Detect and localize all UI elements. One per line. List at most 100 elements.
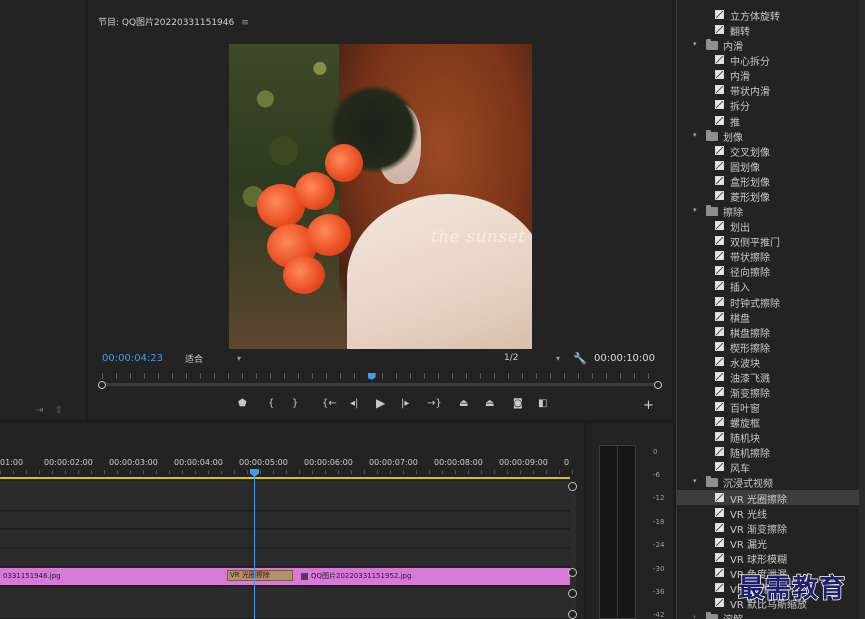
effect-item[interactable]: 插入 <box>677 278 865 294</box>
effect-item[interactable]: 棋盘 <box>677 309 865 325</box>
share-icon[interactable]: ⇪ <box>55 405 63 416</box>
effect-item[interactable]: 圆划像 <box>677 158 865 174</box>
effect-item[interactable]: 棋盘擦除 <box>677 324 865 340</box>
extract-icon[interactable]: ⏏ <box>485 398 494 409</box>
effect-item[interactable]: 渐变擦除 <box>677 384 865 400</box>
effect-folder[interactable]: ▾ 擦除 <box>677 203 865 219</box>
timeline-playhead[interactable] <box>250 469 259 477</box>
chevron-down-icon[interactable]: ▾ <box>693 131 697 139</box>
effect-item[interactable]: 油漆飞溅 <box>677 369 865 385</box>
transition-vr-iris-wipe[interactable]: VR 光圈擦除 <box>227 570 293 581</box>
step-forward-icon[interactable]: |▸ <box>401 398 409 409</box>
track-row[interactable] <box>0 587 570 619</box>
scrubber-track[interactable] <box>102 383 658 386</box>
effect-item-label: VR 漏光 <box>730 539 767 551</box>
effect-folder[interactable]: ▾ 划像 <box>677 128 865 144</box>
effect-item[interactable]: VR 渐变擦除 <box>677 520 865 536</box>
track-row[interactable] <box>0 530 570 548</box>
effects-scrollbar[interactable] <box>859 0 865 619</box>
video-preview[interactable]: the sunset <box>229 44 532 349</box>
effect-item[interactable]: 随机擦除 <box>677 444 865 460</box>
effect-item[interactable]: 中心拆分 <box>677 52 865 69</box>
go-to-in-icon[interactable]: {← <box>322 398 337 409</box>
effect-item[interactable]: 螺旋框 <box>677 414 865 430</box>
effect-item[interactable]: 盒形划像 <box>677 173 865 189</box>
ruler-label: 00:00:03:00 <box>109 458 158 467</box>
mark-out-icon[interactable]: } <box>292 398 298 409</box>
effect-item[interactable]: VR 光线 <box>677 505 865 521</box>
transition-effect-icon <box>715 567 724 577</box>
resolution-dropdown[interactable]: 1/2 ▾ <box>500 351 564 365</box>
monitor-scrubber[interactable] <box>98 373 662 389</box>
time-ruler[interactable]: 01:00 00:00:02:00 00:00:03:00 00:00:04:0… <box>0 453 575 474</box>
effect-item[interactable]: 菱形划像 <box>677 188 865 204</box>
mark-in-icon[interactable]: { <box>268 398 274 409</box>
effect-item[interactable]: 双侧平推门 <box>677 233 865 249</box>
transition-effect-icon <box>715 221 724 231</box>
timeline-panel: 01:00 00:00:02:00 00:00:03:00 00:00:04:0… <box>0 423 584 619</box>
meter-divider <box>617 445 618 619</box>
step-back-icon[interactable]: ◂| <box>350 398 358 409</box>
comparison-view-icon[interactable]: ◧ <box>538 398 547 409</box>
camera-icon[interactable]: ◙ <box>513 398 523 409</box>
effect-item[interactable]: 百叶窗 <box>677 399 865 415</box>
track-row[interactable] <box>0 481 570 511</box>
effect-folder[interactable]: ▾ 沉浸式视频 <box>677 474 865 490</box>
hamburger-menu-icon[interactable]: ≡ <box>241 18 249 28</box>
effect-item[interactable]: 时钟式擦除 <box>677 294 865 310</box>
effect-item[interactable]: 内滑 <box>677 67 865 83</box>
transition-effect-icon <box>715 598 724 608</box>
ruler-label: 01:00 <box>0 458 24 467</box>
add-button-icon[interactable]: + <box>643 398 654 413</box>
work-area-bar[interactable] <box>0 477 570 479</box>
lift-icon[interactable]: ⏏ <box>459 398 468 409</box>
effect-item[interactable]: 水波块 <box>677 354 865 370</box>
scroll-handle[interactable] <box>568 589 577 598</box>
clip-right[interactable]: QQ图片20220331151952.jpg <box>298 568 570 585</box>
effect-item[interactable]: VR 漏光 <box>677 535 865 551</box>
current-timecode[interactable]: 00:00:04:23 <box>102 353 163 364</box>
export-frame-icon[interactable]: ⇥ <box>35 405 43 416</box>
scrubber-start-handle[interactable] <box>98 381 106 389</box>
effect-item[interactable]: 楔形擦除 <box>677 339 865 355</box>
effect-item[interactable]: VR 球形模糊 <box>677 550 865 566</box>
track-row[interactable] <box>0 512 570 529</box>
timeline-vertical-scrollbar[interactable] <box>570 481 576 619</box>
effect-item[interactable]: 划出 <box>677 218 865 234</box>
transition-effect-icon <box>715 25 724 35</box>
go-to-out-icon[interactable]: →} <box>427 398 442 409</box>
effect-item[interactable]: 拆分 <box>677 97 865 113</box>
effect-item-label: 中心拆分 <box>730 57 770 69</box>
effect-folder[interactable]: › 溶解 <box>677 610 865 619</box>
effect-item[interactable]: 径向擦除 <box>677 263 865 279</box>
scroll-handle[interactable] <box>568 568 577 577</box>
fit-dropdown[interactable]: 适合 ▾ <box>181 351 245 365</box>
effect-item[interactable]: 翻转 <box>677 22 865 38</box>
effect-item-label: VR 渐变擦除 <box>730 524 787 536</box>
scrubber-end-handle[interactable] <box>654 381 662 389</box>
effect-item[interactable]: 带状内滑 <box>677 82 865 98</box>
effect-item[interactable]: 随机块 <box>677 429 865 445</box>
ruler-label: 00:00:05:00 <box>239 458 288 467</box>
effect-item[interactable]: 带状擦除 <box>677 248 865 264</box>
effect-item[interactable]: VR 光圈擦除 <box>677 489 865 506</box>
chevron-right-icon[interactable]: › <box>693 613 696 619</box>
chevron-down-icon[interactable]: ▾ <box>693 40 697 48</box>
clip-left[interactable]: 0331151946.jpg <box>0 568 230 585</box>
chevron-down-icon[interactable]: ▾ <box>693 206 697 214</box>
wrench-icon[interactable]: 🔧 <box>573 352 587 365</box>
scroll-handle[interactable] <box>568 610 577 619</box>
play-icon[interactable]: ▶ <box>376 396 385 410</box>
effect-item[interactable]: 交叉划像 <box>677 143 865 159</box>
timeline-playhead-line <box>254 470 255 619</box>
scroll-handle[interactable] <box>568 482 577 491</box>
add-marker-icon[interactable]: ⬟ <box>238 398 247 409</box>
effect-item-label: 风车 <box>730 464 750 476</box>
video-track[interactable]: 0331151946.jpg QQ图片20220331151952.jpg VR… <box>0 568 570 586</box>
chevron-down-icon[interactable]: ▾ <box>693 477 697 485</box>
track-row[interactable] <box>0 549 570 567</box>
effect-item[interactable]: 立方体旋转 <box>677 7 865 23</box>
effect-item[interactable]: 推 <box>677 113 865 129</box>
effect-item[interactable]: 风车 <box>677 459 865 476</box>
effect-folder[interactable]: ▾ 内滑 <box>677 37 865 53</box>
